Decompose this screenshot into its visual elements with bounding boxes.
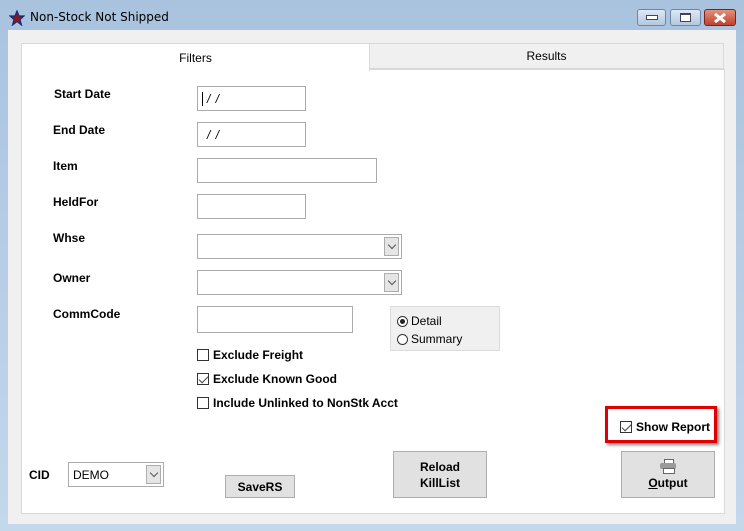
minimize-button[interactable] [637,9,666,26]
show-report-label: Show Report [636,420,710,434]
whse-dropdown-button[interactable] [384,237,399,256]
printer-icon [660,458,676,474]
save-rs-button[interactable]: SaveRS [225,475,295,498]
owner-select[interactable] [197,270,402,295]
end-date-label: End Date [53,123,106,137]
chevron-down-icon [149,468,158,478]
radio-detail-button[interactable] [397,315,408,327]
checkbox-box[interactable] [620,421,632,433]
check-icon [198,373,209,384]
owner-dropdown-button[interactable] [384,273,399,292]
checkbox-box[interactable] [197,373,209,385]
exclude-freight-label: Exclude Freight [213,348,304,362]
end-date-input[interactable]: / / [197,122,306,147]
radio-summary-button[interactable] [397,333,408,345]
check-icon [621,421,632,432]
star-app-icon [9,10,25,26]
owner-label: Owner [53,271,91,285]
report-type-radio-group: Detail Summary [390,306,500,351]
radio-detail-label: Detail [411,314,442,328]
end-date-value: / / [207,128,221,142]
show-report-checkbox[interactable]: Show Report [620,420,710,434]
heldfor-input[interactable] [197,194,306,219]
close-button[interactable] [704,9,736,26]
killlist-label: KillList [419,475,460,490]
maximize-button[interactable] [670,9,701,26]
chevron-down-icon [387,240,396,250]
exclude-freight-checkbox[interactable]: Exclude Freight [197,348,303,362]
whse-label: Whse [53,231,86,245]
start-date-value: / / [207,92,221,106]
window: Non-Stock Not Shipped Filters Results St… [0,0,744,531]
start-date-input[interactable]: / / [197,86,306,111]
start-date-label: Start Date [54,87,111,101]
cid-label: CID [29,468,50,482]
exclude-known-good-label: Exclude Known Good [213,372,338,386]
text-caret [202,92,203,106]
output-button[interactable]: Output [621,451,715,498]
item-input[interactable] [197,158,377,183]
save-rs-label: SaveRS [237,479,283,494]
commcode-input[interactable] [197,306,353,333]
chevron-down-icon [387,276,396,286]
include-unlinked-label: Include Unlinked to NonStk Acct [213,396,398,410]
output-label: Output [648,475,688,490]
whse-select[interactable] [197,234,402,259]
title-bar[interactable]: Non-Stock Not Shipped [0,0,744,30]
commcode-label: CommCode [53,307,121,321]
radio-summary[interactable]: Summary [397,332,462,346]
cid-select[interactable]: DEMO [68,462,164,487]
reload-label: Reload [419,459,460,474]
radio-summary-label: Summary [411,332,463,346]
checkbox-box[interactable] [197,349,209,361]
maximize-icon [680,13,691,22]
tab-filters[interactable]: Filters [21,43,370,71]
item-label: Item [53,159,78,173]
close-icon [714,12,726,23]
tab-filters-label: Filters [179,50,212,65]
radio-detail[interactable]: Detail [397,314,442,328]
include-unlinked-checkbox[interactable]: Include Unlinked to NonStk Acct [197,396,398,410]
heldfor-label: HeldFor [53,195,99,209]
checkbox-box[interactable] [197,397,209,409]
reload-killlist-button[interactable]: Reload KillList [393,451,487,498]
tab-results[interactable]: Results [370,43,724,69]
window-title: Non-Stock Not Shipped [30,10,169,24]
exclude-known-good-checkbox[interactable]: Exclude Known Good [197,372,337,386]
tab-results-label: Results [526,49,567,63]
cid-value: DEMO [73,468,109,482]
minimize-icon [645,15,658,20]
cid-dropdown-button[interactable] [146,465,161,484]
